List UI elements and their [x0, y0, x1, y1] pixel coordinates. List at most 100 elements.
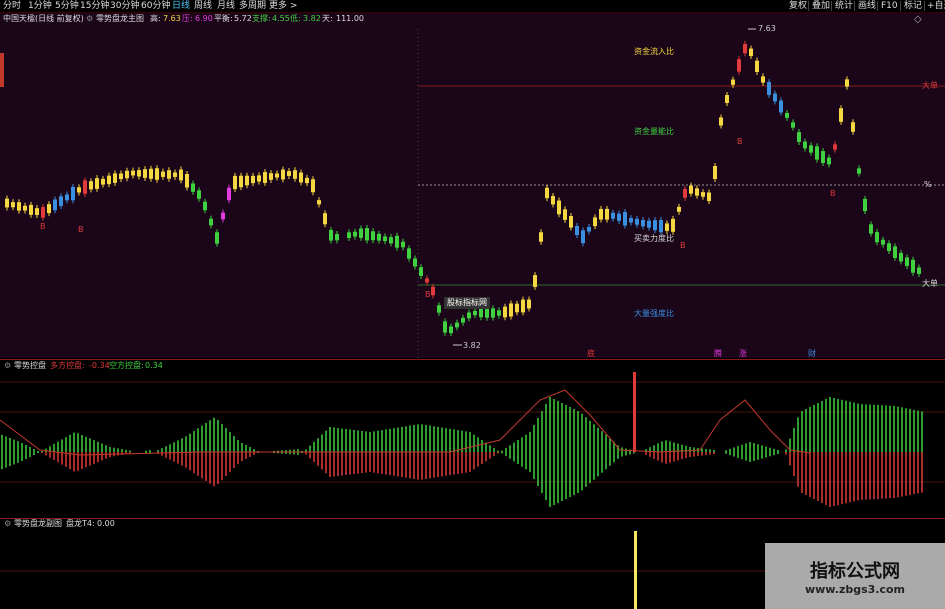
- candle-body: [911, 259, 915, 273]
- candle-body: [611, 212, 615, 219]
- candle-body: [779, 100, 783, 113]
- candle-body: [47, 204, 51, 214]
- candle-body: [167, 170, 171, 179]
- candle-body: [665, 223, 669, 231]
- candle-body: [719, 117, 723, 126]
- bottom-marker-1: 底: [587, 349, 595, 358]
- candle-body: [185, 173, 189, 188]
- candle-body: [101, 178, 105, 185]
- mid-indicator-name[interactable]: 零势控盘: [14, 361, 46, 371]
- t4-label: 盘龙T4:: [66, 519, 95, 528]
- period-tab-1min[interactable]: 1分钟: [28, 0, 52, 12]
- candles-group: [5, 40, 921, 337]
- candle-body: [65, 194, 69, 201]
- toolbar-divider: [854, 1, 855, 11]
- toolbar-divider: [877, 1, 878, 11]
- f10-button[interactable]: F10: [881, 0, 898, 12]
- stats-button[interactable]: 统计: [835, 0, 853, 12]
- candle-body: [197, 190, 201, 199]
- kline-panel[interactable]: 中国天楹(日线 前复权) ⚙ 零势盘龙主图 高: 7.63 压: 6.90 平衡…: [0, 13, 945, 358]
- draw-line-button[interactable]: 画线: [858, 0, 876, 12]
- candle-body: [455, 322, 459, 328]
- candle-body: [809, 145, 813, 153]
- high-value: 7.63: [163, 14, 181, 23]
- sky-value: 111.00: [336, 14, 364, 23]
- close-icon[interactable]: ◇: [914, 14, 922, 25]
- candle-body: [557, 200, 561, 215]
- mid-settings-icon[interactable]: ⚙: [4, 361, 11, 371]
- overlay-button[interactable]: 叠加: [812, 0, 830, 12]
- candle-body: [263, 172, 267, 183]
- period-tab-multi[interactable]: 多周期: [239, 0, 266, 12]
- candle-body: [887, 243, 891, 252]
- candle-body: [917, 267, 921, 274]
- candle-body: [35, 208, 39, 215]
- candle-body: [545, 187, 549, 199]
- candle-body: [323, 213, 327, 225]
- candle-body: [95, 178, 99, 189]
- bot-settings-icon[interactable]: ⚙: [4, 519, 11, 529]
- stock-name: 中国天楹(日线 前复权): [3, 14, 84, 23]
- candle-body: [587, 226, 591, 232]
- fuquan-button[interactable]: 复权: [789, 0, 807, 12]
- candle-body: [905, 257, 909, 266]
- period-tab-more[interactable]: 更多 >: [269, 0, 297, 12]
- candle-body: [671, 218, 675, 232]
- candle-body: [29, 204, 33, 215]
- candle-body: [317, 200, 321, 205]
- control-indicator-chart[interactable]: [0, 360, 945, 517]
- period-tab-15min[interactable]: 15分钟: [80, 0, 109, 12]
- period-tab-weekly[interactable]: 周线: [194, 0, 212, 12]
- period-tab-timeshare[interactable]: 分时: [3, 0, 21, 12]
- candle-body: [773, 93, 777, 102]
- bottom-marker-2: 腾: [714, 349, 722, 358]
- period-tab-30min[interactable]: 30分钟: [110, 0, 139, 12]
- candle-body: [77, 187, 81, 193]
- candle-body: [299, 172, 303, 183]
- pressure-value: 6.90: [195, 14, 213, 23]
- candle-body: [257, 175, 261, 182]
- period-tab-60min[interactable]: 60分钟: [141, 0, 170, 12]
- candle-body: [239, 175, 243, 188]
- control-indicator-panel[interactable]: ⚙ 零势控盘 多方控盘: -0.34 空方控盘: 0.34: [0, 360, 945, 517]
- add-favorite-button[interactable]: +自选: [927, 0, 945, 12]
- settings-icon[interactable]: ⚙: [86, 14, 93, 24]
- candle-body: [137, 170, 141, 177]
- candle-body: [815, 146, 819, 160]
- b-marker: B: [425, 290, 431, 299]
- toolbar-divider: [924, 1, 925, 11]
- candle-body: [293, 170, 297, 179]
- period-tab-daily[interactable]: 日线: [172, 0, 190, 12]
- candle-body: [677, 206, 681, 212]
- candle-body: [395, 235, 399, 248]
- candle-body: [131, 170, 135, 176]
- candle-body: [269, 173, 273, 180]
- main-indicator-name[interactable]: 零势盘龙主图: [96, 14, 144, 24]
- period-tab-monthly[interactable]: 月线: [217, 0, 235, 12]
- support-label: 支撑:: [252, 14, 271, 23]
- candle-body: [119, 173, 123, 180]
- candle-body: [245, 175, 249, 186]
- annot-capital-energy: 资金量能比: [634, 127, 674, 136]
- bot-indicator-name[interactable]: 零势盘龙副图: [14, 519, 62, 529]
- candle-body: [401, 241, 405, 248]
- candle-body: [695, 188, 699, 196]
- candle-body: [311, 179, 315, 193]
- period-tab-5min[interactable]: 5分钟: [55, 0, 79, 12]
- candle-body: [389, 237, 393, 244]
- candle-body: [857, 168, 861, 174]
- candle-body: [821, 151, 825, 163]
- candle-body: [635, 218, 639, 225]
- marker-big-order-bottom: 大单: [922, 279, 938, 288]
- b-marker: B: [830, 189, 836, 198]
- peak-label: 7.63: [758, 24, 776, 33]
- candle-body: [743, 43, 747, 54]
- candle-body: [875, 232, 879, 243]
- candle-body: [59, 196, 63, 206]
- balance-value: 5.72: [234, 14, 252, 23]
- candle-body: [227, 187, 231, 201]
- mark-button[interactable]: 标记: [904, 0, 922, 12]
- candle-body: [143, 169, 147, 178]
- bottom-marker-3: 涨: [739, 349, 747, 358]
- balance-label: 平衡:: [214, 14, 233, 23]
